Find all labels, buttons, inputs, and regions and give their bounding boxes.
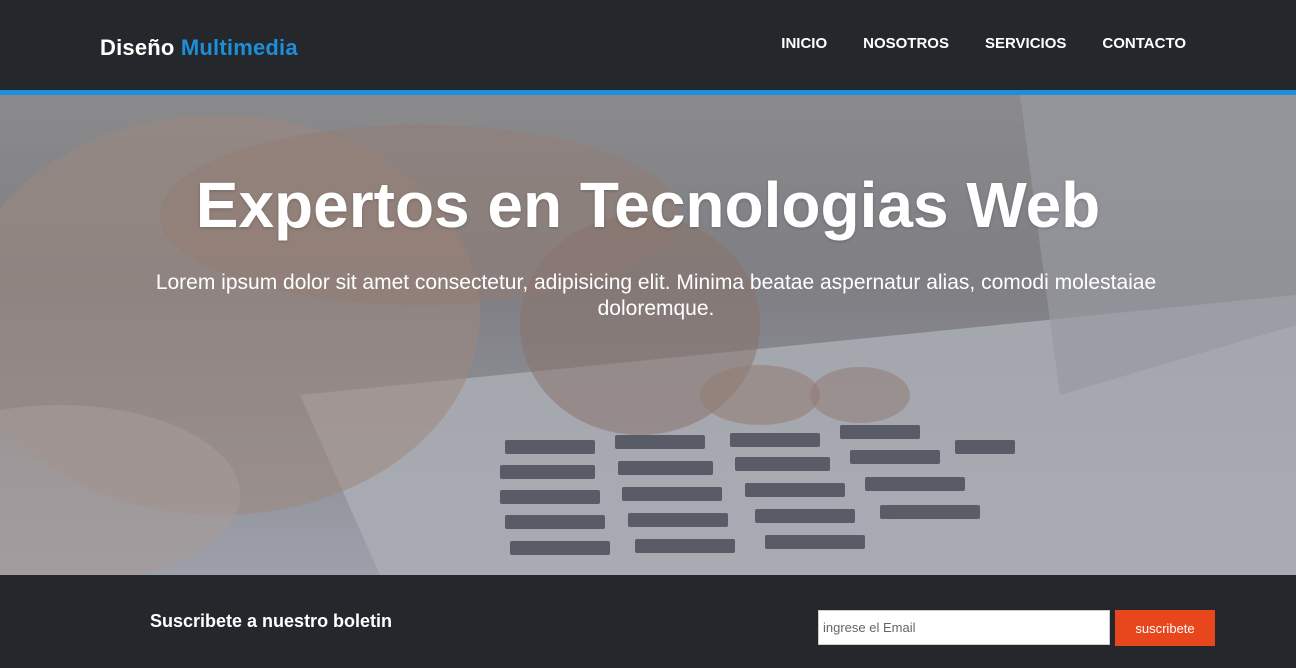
site-header: Diseño Multimedia INICIO NOSOTROS SERVIC… (0, 0, 1296, 90)
hero-description: Lorem ipsum dolor sit amet consectetur, … (155, 271, 1157, 320)
hero-section: Expertos en Tecnologias Web Lorem ipsum … (0, 95, 1296, 575)
logo-text: Diseño (100, 35, 175, 60)
newsletter-title: Suscribete a nuestro boletin (150, 611, 393, 631)
nav-nosotros-link[interactable]: NOSOTROS (863, 35, 949, 52)
nav-servicios-link[interactable]: SERVICIOS (985, 35, 1066, 52)
nav-inicio-link[interactable]: INICIO (781, 35, 827, 52)
email-input[interactable] (818, 610, 1110, 645)
subscribe-button[interactable]: suscribete (1115, 610, 1215, 646)
main-nav: INICIO NOSOTROS SERVICIOS CONTACTO (745, 35, 1186, 52)
newsletter-section: Suscribete a nuestro boletin suscribete (0, 575, 1296, 668)
logo-accent-text: Multimedia (180, 35, 298, 60)
site-logo[interactable]: Diseño Multimedia (100, 35, 298, 61)
hero-title: Expertos en Tecnologias Web (195, 169, 1101, 241)
nav-contacto-link[interactable]: CONTACTO (1102, 35, 1186, 52)
hero-overlay (0, 95, 1296, 575)
